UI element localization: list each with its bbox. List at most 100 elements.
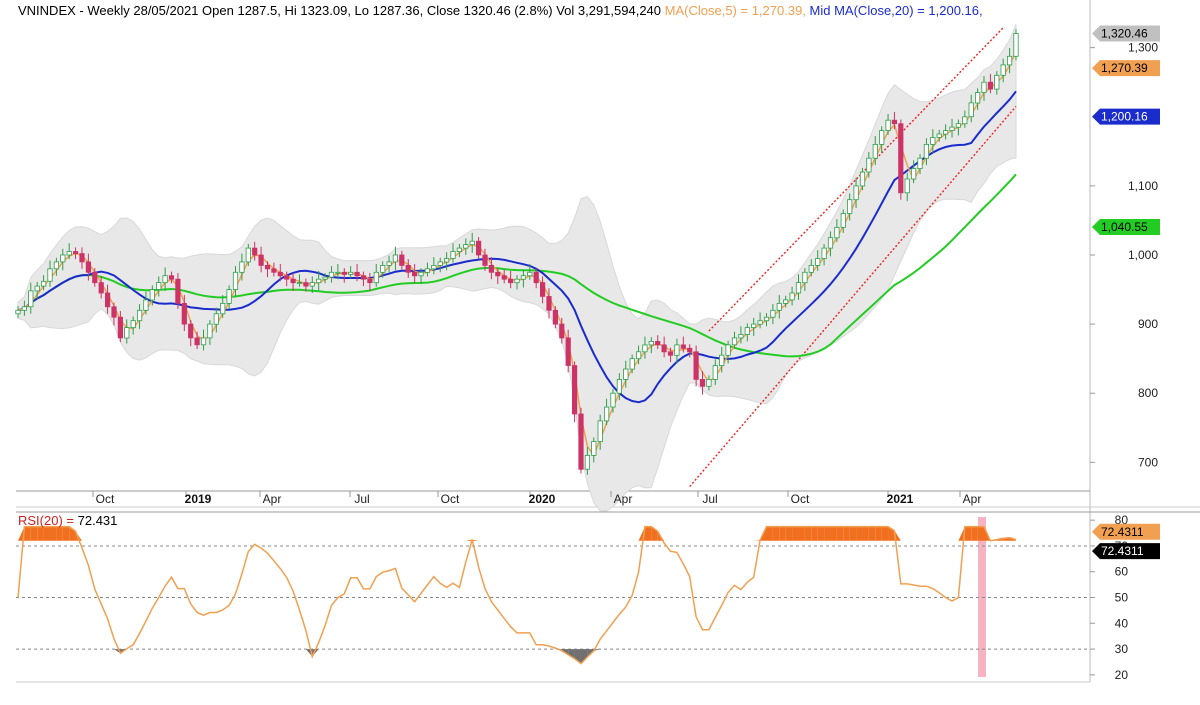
rsi-overbought-fill	[772, 526, 780, 541]
rsi-overbought-fill	[644, 526, 652, 541]
candle-body	[943, 130, 949, 135]
rsi-overbought-fill	[830, 526, 837, 541]
candle-body	[885, 119, 891, 131]
candle-body	[802, 271, 808, 284]
candle-body	[572, 365, 578, 415]
candle-body	[156, 282, 162, 290]
candle-body	[124, 327, 130, 339]
price-tag-label: 1,270.39	[1101, 61, 1148, 75]
price-tick-label: 700	[1138, 455, 1158, 469]
candle-body	[188, 323, 194, 339]
time-tick-label: 2020	[529, 492, 556, 506]
candle-body	[994, 74, 1000, 90]
candle-body	[469, 240, 475, 246]
candle-body	[987, 81, 994, 90]
candle-body	[418, 271, 424, 277]
candle-body	[200, 337, 207, 346]
candle-body	[335, 271, 341, 274]
time-tick-label: 2021	[887, 492, 914, 506]
candle-body	[591, 441, 597, 456]
candle-body	[923, 143, 930, 159]
candle	[572, 361, 578, 423]
candle-body	[680, 344, 686, 349]
candle-body	[578, 413, 584, 470]
candle-body	[719, 354, 725, 367]
candle-body	[648, 340, 654, 346]
candle-body	[79, 253, 85, 263]
candle-body	[143, 299, 149, 311]
candle-body	[879, 130, 885, 145]
candle-body	[245, 247, 251, 263]
time-tick-label: 2019	[185, 492, 212, 506]
header-mid-ma: Mid MA(Close,20) = 1,200.16,	[810, 3, 983, 18]
candle-body	[501, 275, 507, 280]
candle-body	[34, 285, 40, 292]
candle-body	[597, 420, 603, 442]
candle-body	[808, 264, 814, 273]
time-tick-label: Oct	[441, 492, 460, 506]
rsi-overbought-fill	[868, 526, 876, 541]
candle-body	[73, 251, 79, 254]
candle-body	[271, 268, 277, 273]
candle-body	[975, 92, 981, 104]
rsi-overbought-fill	[811, 526, 818, 541]
candle-body	[552, 309, 559, 325]
candle-body	[751, 323, 757, 329]
candle-body	[642, 344, 648, 353]
rsi-tag-label: 72.4311	[1101, 525, 1144, 539]
candle-body	[316, 278, 322, 284]
price-tag-label: 1,040.55	[1101, 220, 1148, 234]
price-tick-label: 1,100	[1128, 179, 1158, 193]
candle-body	[584, 454, 591, 470]
candle-body	[92, 271, 98, 284]
time-tick-label: Apr	[263, 492, 282, 506]
time-axis: Oct 2019 Apr Jul Oct 2020 Apr Jul Oct 2021 Apr	[92, 491, 981, 506]
candle-body	[891, 119, 898, 125]
rsi-overbought-fill	[964, 526, 972, 541]
time-tick-label: Oct	[791, 492, 810, 506]
candle-body	[181, 302, 187, 325]
candle-body	[610, 392, 616, 408]
candle-body	[66, 251, 72, 256]
candle-body	[687, 347, 693, 353]
candle-body	[399, 254, 405, 266]
candle-body	[744, 327, 750, 335]
candle-body	[834, 226, 840, 239]
candle-body	[763, 316, 770, 322]
candle	[898, 119, 904, 200]
price-tick-label: 900	[1138, 317, 1158, 331]
candle-body	[136, 309, 143, 322]
rsi-overbought-fill	[24, 526, 31, 541]
candle-body	[706, 378, 712, 387]
candle-body	[488, 264, 495, 273]
rsi-tick-label: 30	[1115, 642, 1129, 656]
candle-body	[232, 271, 239, 290]
candle-body	[475, 240, 482, 256]
candle-body	[667, 351, 674, 356]
candle-body	[866, 157, 872, 173]
candle-body	[847, 199, 853, 214]
candle-body	[130, 320, 136, 329]
rsi-overbought-fill	[43, 526, 50, 541]
candle-body	[514, 278, 520, 284]
rsi-overbought-fill	[753, 540, 761, 541]
candle-body	[411, 271, 418, 277]
candle-body	[264, 264, 271, 270]
candle-body	[674, 344, 680, 356]
candle-body	[392, 254, 399, 263]
candle-body	[28, 290, 34, 308]
rsi-overbought-fill	[856, 526, 863, 541]
rsi-label-name: RSI(20) =	[18, 513, 74, 528]
time-tick-label: Jul	[702, 492, 717, 506]
candle-body	[527, 271, 533, 277]
candle-body	[636, 351, 642, 360]
candle-body	[795, 282, 802, 294]
candle-body	[911, 168, 917, 180]
candle-body	[239, 261, 245, 273]
candle-body	[431, 264, 437, 270]
candle-body	[360, 275, 367, 280]
header-symbol: VNINDEX	[18, 3, 76, 18]
candle-body	[437, 261, 443, 266]
candle-body	[655, 340, 661, 346]
rsi-overbought-fill	[862, 526, 869, 541]
